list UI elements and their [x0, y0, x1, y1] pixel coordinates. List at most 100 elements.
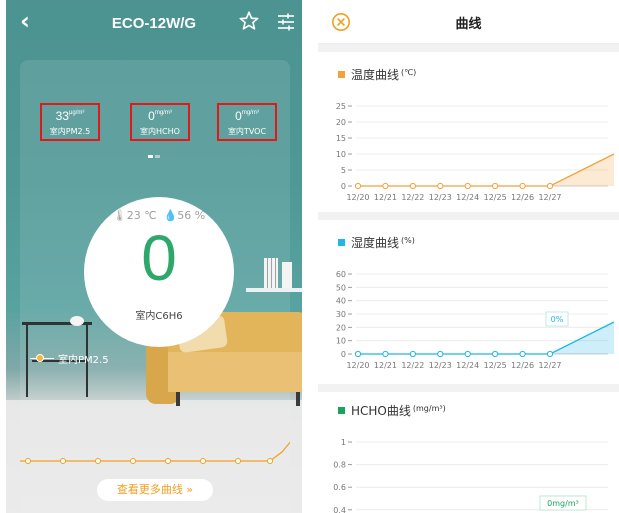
section-title-text: 温度曲线: [351, 68, 400, 82]
data-point: [382, 182, 389, 190]
section-unit: (%): [401, 236, 415, 245]
section-unit: (℃): [401, 68, 417, 77]
humidity-legend-swatch: [338, 239, 345, 246]
section-divider: [318, 44, 619, 52]
data-point: [519, 182, 526, 190]
x-tick-label: 12/24: [456, 361, 479, 370]
wall-shelf: [246, 288, 302, 292]
books-decoration: [282, 262, 292, 288]
x-tick-label: 12/27: [538, 193, 561, 202]
data-point: [437, 350, 444, 358]
metric-unit: mg/m³: [241, 110, 259, 116]
y-tick-label: 25: [336, 102, 346, 111]
y-tick-label: 15: [336, 134, 346, 143]
mini-curve-point: [25, 458, 31, 464]
hcho-section-title: HCHO曲线 (mg/m³): [338, 402, 446, 419]
page-dot: [155, 155, 160, 158]
main-label: 室内C6H6: [135, 311, 183, 322]
x-tick-label: 12/25: [484, 193, 507, 202]
mini-curve-rise: [269, 441, 290, 462]
curves-header: 曲线: [318, 0, 619, 44]
sofa-leg: [176, 392, 180, 406]
sofa-seat: [168, 352, 302, 392]
temperature-section-title: 温度曲线 (℃): [338, 66, 416, 83]
x-tick-label: 12/21: [374, 361, 397, 370]
y-tick-label: 60: [336, 270, 346, 279]
section-title-text: HCHO曲线: [351, 404, 411, 418]
x-tick-label: 12/23: [429, 361, 452, 370]
data-point: [492, 182, 499, 190]
books-decoration: [264, 258, 278, 288]
page-dot-active: [148, 155, 153, 158]
data-point: [354, 182, 362, 190]
metric-unit: mg/m³: [154, 110, 172, 116]
temperature-chart: 0 5 10 15 20 25 12/20 12/21 12/22 12/23 12/24 12/25…: [336, 102, 615, 202]
section-title-text: 湿度曲线: [351, 236, 400, 250]
data-point: [409, 182, 416, 190]
device-screen: ‹ ECO-12W/G 33μg/m³ 室内PM2.5 0mg/m³ 室内HCH…: [6, 0, 302, 513]
curves-title: 曲线: [455, 17, 482, 32]
section-divider: [318, 384, 619, 392]
y-tick-label: 20: [336, 118, 346, 127]
x-tick-label: 12/23: [429, 193, 452, 202]
vase: [70, 316, 84, 326]
x-tick-label: 12/25: [484, 361, 507, 370]
humidity-section-title: 湿度曲线 (%): [338, 234, 415, 251]
data-point: [546, 350, 554, 358]
y-tick-label: 5: [341, 166, 346, 175]
y-tick-label: 0: [341, 182, 346, 191]
y-tick-label: 0.8: [333, 461, 346, 470]
y-tick-label: 10: [336, 337, 346, 346]
data-point: [492, 350, 499, 358]
temperature-legend-swatch: [338, 71, 345, 78]
x-tick-label: 12/22: [401, 193, 424, 202]
mini-curve-point: [130, 458, 136, 464]
metric-value: 0: [148, 109, 155, 123]
section-unit: (mg/m³): [412, 404, 446, 413]
value-tooltip: 0%: [545, 311, 569, 327]
y-tick-label: 30: [336, 310, 346, 319]
y-tick-label: 0: [341, 350, 346, 359]
mini-curve-point: [200, 458, 206, 464]
mini-curve-point: [235, 458, 241, 464]
metric-value: 0: [235, 109, 242, 123]
y-tick-label: 40: [336, 297, 346, 306]
x-tick-label: 12/21: [374, 193, 397, 202]
x-tick-label: 12/22: [401, 361, 424, 370]
mini-curve-point: [60, 458, 66, 464]
x-tick-label: 12/26: [511, 193, 534, 202]
x-tick-label: 12/24: [456, 193, 479, 202]
section-divider: [318, 212, 619, 220]
metric-hcho[interactable]: 0mg/m³ 室内HCHO: [130, 103, 190, 141]
humidity-chart: 0 10 20 30 40 50 60 12/20 12/21 12/22 12/23 12/24 12…: [336, 270, 615, 370]
metric-value: 33: [55, 109, 69, 123]
y-tick-label: 50: [336, 283, 346, 292]
tooltip-text: 0mg/m³: [547, 499, 579, 508]
sliders-icon[interactable]: [276, 12, 296, 32]
mini-curve-point: [267, 458, 273, 464]
x-tick-label: 12/20: [346, 193, 369, 202]
metric-tvoc[interactable]: 0mg/m³ 室内TVOC: [217, 103, 277, 141]
y-tick-label: 1: [341, 438, 346, 447]
mini-curve-point: [95, 458, 101, 464]
hcho-chart: 0.20.40.60.810mg/m³: [333, 438, 608, 513]
data-point: [354, 350, 362, 358]
data-point: [464, 182, 471, 190]
star-outline-icon[interactable]: [238, 10, 260, 32]
metric-label: 室内HCHO: [140, 127, 180, 136]
value-tooltip: 0mg/m³: [539, 495, 587, 511]
x-tick-label: 12/27: [538, 361, 561, 370]
data-point: [409, 350, 416, 358]
selector-label: 室内PM2.5: [58, 355, 109, 366]
curve-selector[interactable]: 室内PM2.5: [24, 351, 116, 366]
y-tick-label: 0.4: [333, 506, 346, 513]
more-curves-label: 查看更多曲线: [116, 483, 183, 496]
x-tick-label: 12/20: [346, 361, 369, 370]
main-value: 0: [141, 222, 177, 294]
metric-label: 室内PM2.5: [49, 127, 91, 136]
metric-pm25[interactable]: 33μg/m³ 室内PM2.5: [40, 103, 100, 141]
data-point: [437, 182, 444, 190]
page-indicator[interactable]: [148, 143, 162, 162]
sofa-leg: [296, 392, 300, 406]
more-curves-button[interactable]: 查看更多曲线 »: [97, 479, 213, 501]
